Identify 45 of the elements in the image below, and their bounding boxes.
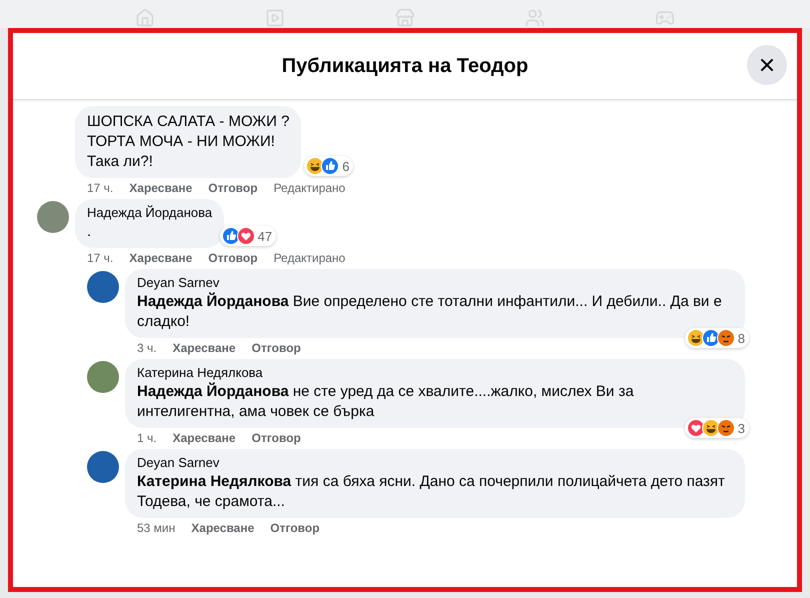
comment-time[interactable]: 17 ч. (87, 181, 114, 195)
reply-link[interactable]: Отговор (270, 521, 320, 535)
avatar-placeholder[interactable] (87, 361, 119, 393)
comment-text: ТОРТА МОЧА - НИ МОЖИ! (87, 132, 276, 152)
comment-text: Надежда Йорданова не сте уред да се хвалите....жалко, мислех Ви за интелигентна, ама човек се бърка (137, 382, 635, 422)
reaction-summary[interactable]: 47 (220, 226, 276, 246)
like-link[interactable]: Харесване (129, 251, 192, 265)
avatar-placeholder[interactable] (87, 271, 119, 303)
reply-link[interactable]: Отговор (252, 431, 301, 445)
comment-time[interactable]: 3 ч. (137, 341, 157, 355)
home-icon (135, 8, 155, 28)
reply-link[interactable]: Отговор (252, 341, 301, 355)
comment-text: Така ли?! (87, 152, 154, 172)
video-icon (265, 8, 285, 28)
thumbs-up-icon (321, 157, 340, 175)
comment-text: . (87, 222, 92, 242)
comment-author[interactable]: Deyan Sarnev (137, 275, 733, 290)
reply-link[interactable]: Отговор (208, 251, 258, 265)
like-link[interactable]: Харесване (172, 431, 236, 445)
dialog-title: Публикацията на Теодор (282, 54, 528, 78)
reaction-summary[interactable]: 3 (684, 418, 749, 438)
angry-face-icon (716, 329, 735, 347)
comment-author[interactable]: Катерина Недялкова (137, 365, 733, 380)
like-link[interactable]: Харесване (129, 181, 192, 195)
like-link[interactable]: Харесване (172, 341, 236, 355)
close-icon (759, 57, 775, 73)
avatar-placeholder[interactable] (37, 201, 69, 233)
comment-time[interactable]: 1 ч. (137, 431, 157, 445)
comment-text: Катерина Недялкова тия са бяха ясни. Дано са почерпили полицайчета дето пазят Тодева, че срамота... (137, 472, 726, 512)
edited-label[interactable]: Редактирано (274, 251, 346, 265)
reaction-summary[interactable]: 6 (304, 156, 354, 176)
people-icon (525, 8, 545, 28)
comment-time[interactable]: 53 мин (137, 521, 176, 535)
comment-time[interactable]: 17 ч. (87, 251, 114, 265)
reply-link[interactable]: Отговор (208, 181, 258, 195)
avatar-placeholder[interactable] (87, 451, 119, 483)
close-button[interactable] (747, 45, 787, 85)
comment-text: ШОПСКА САЛАТА - МОЖИ ? (87, 112, 290, 132)
store-icon (395, 8, 415, 28)
comment-author[interactable]: Deyan Sarnev (137, 455, 733, 470)
comment-author[interactable]: Надежда Йорданова (87, 205, 212, 220)
like-link[interactable]: Харесване (191, 521, 254, 535)
edited-label[interactable]: Редактирано (274, 181, 346, 195)
angry-face-icon (716, 419, 735, 437)
reaction-summary[interactable]: 8 (684, 328, 749, 348)
